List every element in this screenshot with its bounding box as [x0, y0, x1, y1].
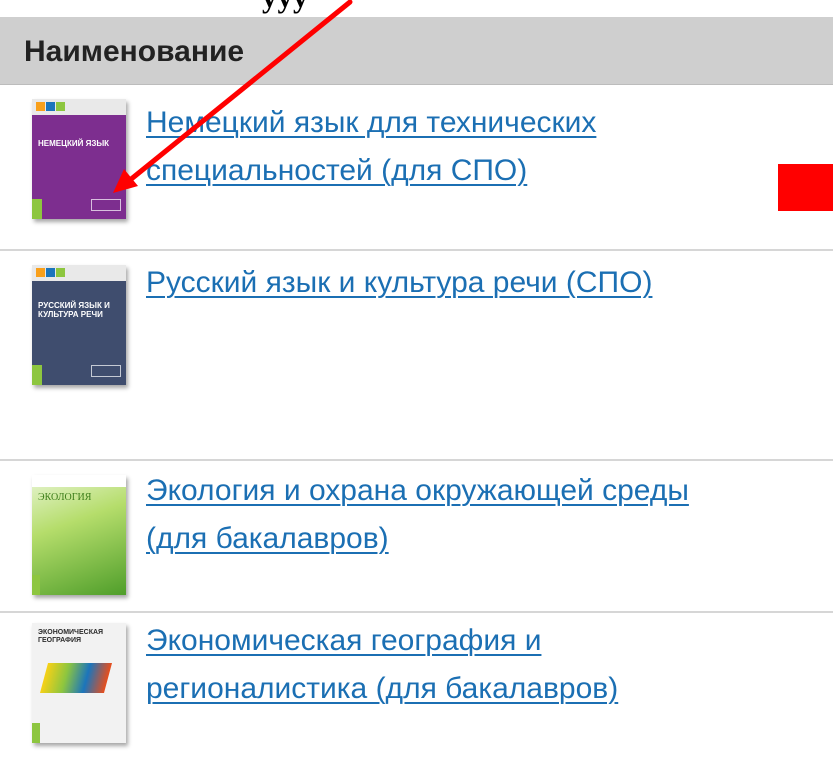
red-arrow-annotation: [113, 0, 353, 193]
